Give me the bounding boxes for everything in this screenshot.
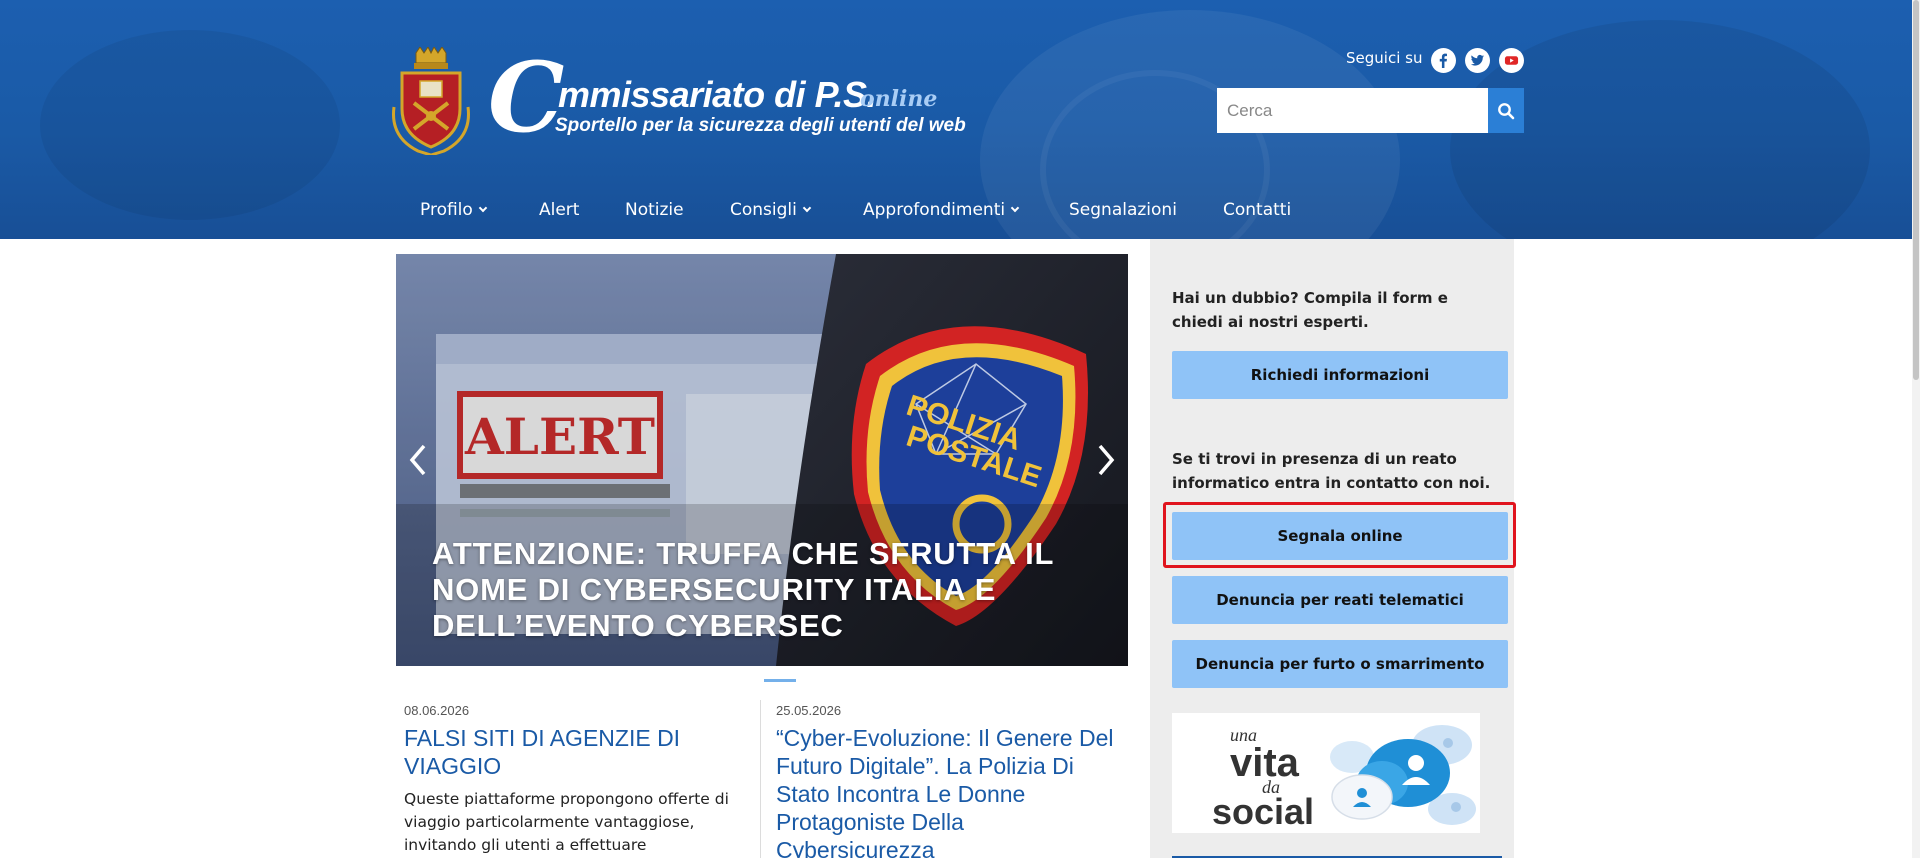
- news-item: 25.05.2026 “Cyber-Evoluzione: Il Genere …: [776, 703, 1126, 858]
- news-date: 08.06.2026: [404, 703, 470, 718]
- nav-item-segnalazioni[interactable]: Segnalazioni: [1069, 200, 1177, 220]
- police-crest-logo[interactable]: [388, 47, 474, 155]
- search-icon: [1498, 102, 1515, 119]
- site-header: C mmissariato di P.S. online Sportello p…: [0, 0, 1920, 239]
- nav-item-notizie[interactable]: Notizie: [625, 200, 684, 220]
- news-carousel[interactable]: ALERT POLIZIA POSTALE ATTENZIONE: TRUFFA…: [396, 254, 1128, 666]
- nav-item-label: Contatti: [1223, 200, 1292, 220]
- news-title-link[interactable]: “Cyber-Evoluzione: Il Genere Del Futuro …: [776, 724, 1126, 858]
- nav-item-alert[interactable]: Alert: [539, 200, 579, 220]
- nav-item-label: Segnalazioni: [1069, 200, 1177, 220]
- nav-item-label: Notizie: [625, 200, 684, 220]
- nav-item-label: Profilo: [420, 200, 473, 220]
- carousel-next-arrow-icon[interactable]: [1090, 440, 1120, 480]
- facebook-icon[interactable]: [1431, 48, 1456, 73]
- logo-subtitle[interactable]: Sportello per la sicurezza degli utenti …: [555, 115, 966, 137]
- social-label: Seguici su: [1346, 49, 1423, 67]
- info-prompt-text: Hai un dubbio? Compila il form e chiedi …: [1172, 289, 1448, 331]
- scrollbar-thumb[interactable]: [1913, 0, 1919, 380]
- news-date: 25.05.2026: [776, 703, 842, 718]
- logo-online-text[interactable]: online: [860, 86, 937, 112]
- logo-title[interactable]: mmissariato di P.S.: [558, 74, 876, 116]
- page-scrollbar[interactable]: [1912, 0, 1920, 858]
- search-input[interactable]: [1217, 88, 1488, 133]
- report-prompt-text: Se ti trovi in presenza di un reato info…: [1172, 450, 1491, 492]
- news-excerpt: Queste piattaforme propongono offerte di…: [404, 790, 729, 854]
- nav-item-profilo[interactable]: Profilo: [420, 200, 488, 220]
- youtube-icon[interactable]: [1499, 48, 1524, 73]
- richiedi-informazioni-button[interactable]: Richiedi informazioni: [1172, 351, 1508, 399]
- twitter-icon[interactable]: [1465, 48, 1490, 73]
- banner-text: social: [1212, 791, 1315, 832]
- carousel-prev-arrow-icon[interactable]: [404, 440, 434, 480]
- nav-item-label: Approfondimenti: [863, 200, 1006, 220]
- nav-item-label: Consigli: [730, 200, 797, 220]
- chevron-down-icon: [478, 203, 488, 213]
- segnala-online-button[interactable]: Segnala online: [1172, 512, 1508, 560]
- news-title-link[interactable]: FALSI SITI DI AGENZIE DI VIAGGIO: [404, 724, 744, 780]
- sidebar: Hai un dubbio? Compila il form e chiedi …: [1150, 239, 1514, 858]
- denuncia-reati-telematici-button[interactable]: Denuncia per reati telematici: [1172, 576, 1508, 624]
- una-vita-da-social-banner[interactable]: una vita da social: [1172, 713, 1480, 833]
- news-divider: [760, 700, 761, 858]
- carousel-headline[interactable]: ATTENZIONE: TRUFFA CHE SFRUTTA IL NOME D…: [432, 536, 1072, 644]
- denuncia-furto-smarrimento-button[interactable]: Denuncia per furto o smarrimento: [1172, 640, 1508, 688]
- search-button[interactable]: [1488, 88, 1524, 133]
- nav-item-label: Alert: [539, 200, 580, 220]
- carousel-indicator[interactable]: [764, 679, 796, 682]
- cloud-users-icon: [1330, 725, 1476, 825]
- header-bg-shape: [40, 30, 340, 220]
- logo-letter-c[interactable]: C: [488, 50, 564, 146]
- nav-item-contatti[interactable]: Contatti: [1223, 200, 1291, 220]
- nav-item-consigli[interactable]: Consigli: [730, 200, 812, 220]
- chevron-down-icon: [1010, 203, 1020, 213]
- chevron-down-icon: [802, 203, 812, 213]
- nav-item-approfondimenti[interactable]: Approfondimenti: [863, 200, 1020, 220]
- news-item: 08.06.2026 FALSI SITI DI AGENZIE DI VIAG…: [404, 703, 744, 858]
